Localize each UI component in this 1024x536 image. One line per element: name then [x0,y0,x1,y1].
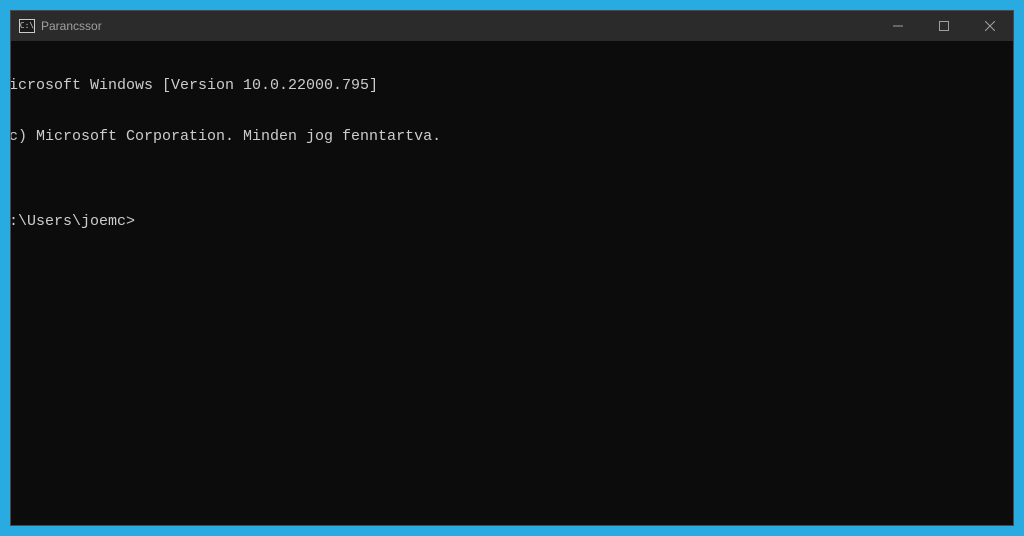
minimize-button[interactable] [875,11,921,41]
terminal-cursor [135,213,143,229]
terminal-content[interactable]: icrosoft Windows [Version 10.0.22000.795… [11,41,1013,525]
maximize-button[interactable] [921,11,967,41]
terminal-prompt-line: :\Users\joemc> [11,213,1013,230]
close-button[interactable] [967,11,1013,41]
terminal-output-line: icrosoft Windows [Version 10.0.22000.795… [11,77,1013,94]
titlebar[interactable]: C:\ Parancssor [11,11,1013,41]
window-title: Parancssor [41,19,102,33]
terminal-prompt: :\Users\joemc> [11,213,135,230]
terminal-output-line: c) Microsoft Corporation. Minden jog fen… [11,128,1013,145]
titlebar-left: C:\ Parancssor [19,19,102,33]
cmd-icon: C:\ [19,19,35,33]
window-controls [875,11,1013,41]
command-prompt-window: C:\ Parancssor icrosoft Windows [Version… [10,10,1014,526]
